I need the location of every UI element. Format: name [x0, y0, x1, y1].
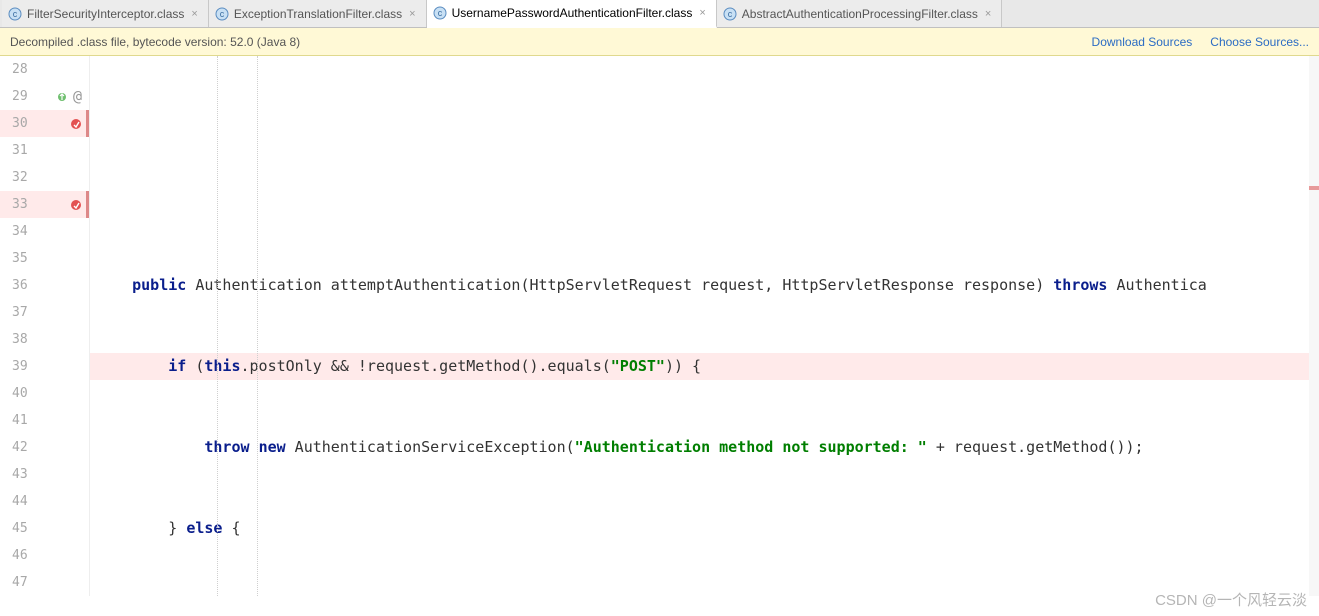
svg-text:c: c: [437, 8, 442, 18]
line-number: 46: [0, 542, 28, 569]
indent-guide: [257, 56, 258, 596]
line-number: 47: [0, 569, 28, 596]
line-number: 29: [0, 83, 28, 110]
line-number: 28: [0, 56, 28, 83]
error-stripe[interactable]: [1309, 56, 1319, 596]
close-icon[interactable]: ×: [983, 8, 993, 20]
tab-abstractauth[interactable]: c AbstractAuthenticationProcessingFilter…: [717, 0, 1003, 27]
svg-text:c: c: [220, 9, 225, 19]
line-number: 43: [0, 461, 28, 488]
tab-exceptiontranslation[interactable]: c ExceptionTranslationFilter.class ×: [209, 0, 427, 27]
code-area[interactable]: public Authentication attemptAuthenticat…: [90, 56, 1319, 596]
line-number: 30: [0, 110, 28, 137]
line-number: 33: [0, 191, 28, 218]
svg-text:c: c: [728, 9, 733, 19]
watermark: CSDN @一个风轻云淡: [1155, 589, 1307, 610]
download-sources-link[interactable]: Download Sources: [1092, 35, 1193, 49]
line-number: 42: [0, 434, 28, 461]
tab-filtersecurity[interactable]: c FilterSecurityInterceptor.class ×: [2, 0, 209, 27]
code-editor: 28 29 @ 30 31 32 33 34 35 36 37 38 39 40…: [0, 56, 1319, 596]
at-icon: @: [73, 83, 82, 110]
line-number: 36: [0, 272, 28, 299]
svg-text:c: c: [13, 9, 18, 19]
line-number: 34: [0, 218, 28, 245]
class-file-icon: c: [215, 7, 229, 21]
class-file-icon: c: [433, 6, 447, 20]
line-number: 37: [0, 299, 28, 326]
code-line: } else {: [90, 515, 1319, 542]
gutter[interactable]: 28 29 @ 30 31 32 33 34 35 36 37 38 39 40…: [0, 56, 90, 596]
tab-label: UsernamePasswordAuthenticationFilter.cla…: [452, 6, 693, 20]
breakpoint-icon[interactable]: [70, 118, 82, 130]
tab-label: ExceptionTranslationFilter.class: [234, 7, 402, 21]
tab-label: AbstractAuthenticationProcessingFilter.c…: [742, 7, 978, 21]
stripe-mark[interactable]: [1309, 186, 1319, 190]
line-number: 39: [0, 353, 28, 380]
code-line: throw new AuthenticationServiceException…: [90, 434, 1319, 461]
breakpoint-icon[interactable]: [70, 199, 82, 211]
line-number: 41: [0, 407, 28, 434]
line-number: 45: [0, 515, 28, 542]
code-line: if (this.postOnly && !request.getMethod(…: [90, 353, 1319, 380]
line-number: 44: [0, 488, 28, 515]
class-file-icon: c: [8, 7, 22, 21]
tab-usernamepassword[interactable]: c UsernamePasswordAuthenticationFilter.c…: [427, 0, 717, 28]
notice-text: Decompiled .class file, bytecode version…: [10, 35, 300, 49]
line-number: 35: [0, 245, 28, 272]
decompiled-notice-bar: Decompiled .class file, bytecode version…: [0, 28, 1319, 56]
tab-label: FilterSecurityInterceptor.class: [27, 7, 184, 21]
close-icon[interactable]: ×: [407, 8, 417, 20]
override-up-icon[interactable]: [58, 91, 70, 103]
choose-sources-link[interactable]: Choose Sources...: [1210, 35, 1309, 49]
editor-tab-bar: c FilterSecurityInterceptor.class × c Ex…: [0, 0, 1319, 28]
notice-links: Download Sources Choose Sources...: [1092, 35, 1309, 49]
code-line: [90, 191, 1319, 218]
line-number: 38: [0, 326, 28, 353]
line-number: 31: [0, 137, 28, 164]
line-number: 40: [0, 380, 28, 407]
class-file-icon: c: [723, 7, 737, 21]
line-number: 32: [0, 164, 28, 191]
indent-guide: [217, 56, 218, 596]
close-icon[interactable]: ×: [189, 8, 199, 20]
close-icon[interactable]: ×: [697, 7, 707, 19]
code-line: public Authentication attemptAuthenticat…: [90, 272, 1319, 299]
